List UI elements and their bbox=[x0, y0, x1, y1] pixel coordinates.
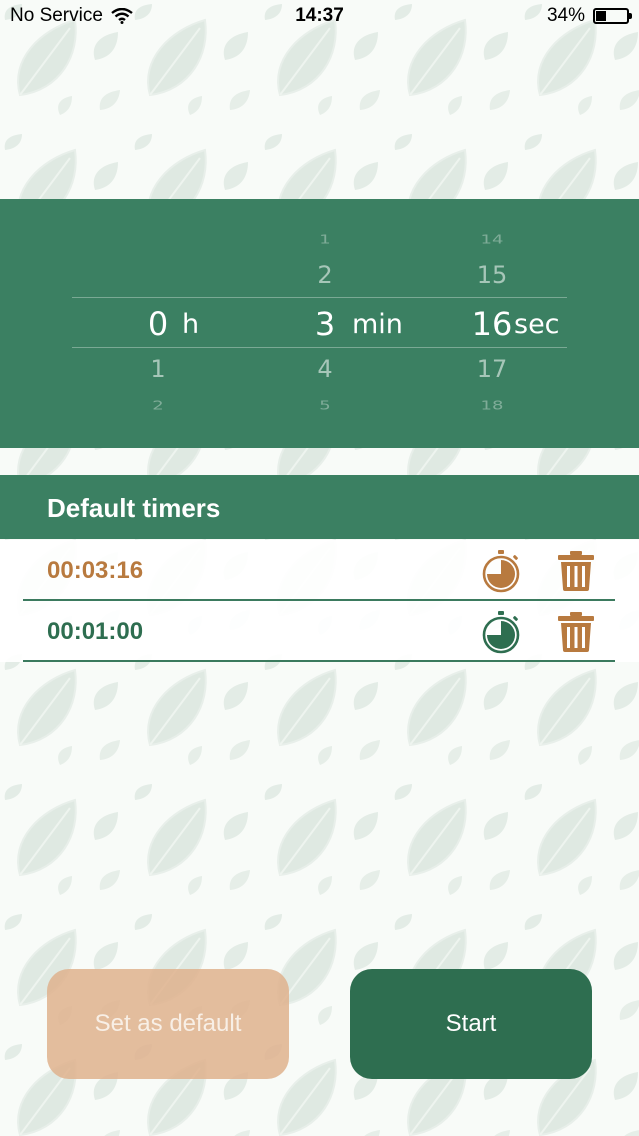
row-divider bbox=[23, 660, 615, 662]
picker-selection-bottom-line bbox=[72, 347, 567, 348]
hours-value-below-2: 2 bbox=[152, 398, 164, 413]
seconds-unit-label: sec bbox=[514, 309, 560, 340]
timer-time-label: 00:01:00 bbox=[47, 618, 144, 645]
time-picker[interactable]: 0 1 2 h 1 2 3 4 5 min 14 15 16 17 18 sec bbox=[0, 199, 639, 448]
clock: 14:37 bbox=[295, 5, 344, 26]
default-timers-header: Default timers bbox=[0, 475, 639, 539]
minutes-value-selected: 3 bbox=[314, 305, 336, 343]
seconds-value-above-2: 14 bbox=[480, 232, 504, 247]
timer-time-label: 00:03:16 bbox=[47, 557, 144, 584]
timer-row[interactable]: 00:01:00 bbox=[0, 601, 639, 662]
seconds-value-above-1: 15 bbox=[476, 261, 508, 289]
start-button[interactable]: Start bbox=[350, 969, 592, 1079]
minutes-value-above-2: 1 bbox=[319, 232, 331, 247]
minutes-value-below-2: 5 bbox=[319, 398, 331, 413]
status-right: 34% bbox=[546, 5, 632, 27]
picker-selection-top-line bbox=[72, 297, 567, 298]
timer-row[interactable]: 00:03:16 bbox=[0, 540, 639, 601]
battery-tip bbox=[629, 13, 632, 19]
default-timers-title: Default timers bbox=[47, 493, 221, 523]
set-as-default-button[interactable]: Set as default bbox=[47, 969, 289, 1079]
minutes-value-below-1: 4 bbox=[317, 355, 333, 383]
minutes-unit-label: min bbox=[352, 309, 403, 340]
stopwatch-icon[interactable] bbox=[479, 549, 523, 593]
hours-value-below-1: 1 bbox=[150, 355, 166, 383]
seconds-value-below-1: 17 bbox=[476, 355, 508, 383]
minutes-value-above-1: 2 bbox=[317, 261, 333, 289]
battery-icon bbox=[593, 8, 632, 24]
battery-percent: 34% bbox=[546, 5, 585, 26]
seconds-value-below-2: 18 bbox=[480, 398, 504, 413]
trash-icon[interactable] bbox=[556, 551, 596, 591]
stopwatch-icon[interactable] bbox=[479, 610, 523, 654]
hours-value-selected: 0 bbox=[147, 305, 169, 343]
seconds-value-selected: 16 bbox=[471, 305, 513, 343]
hours-unit-label: h bbox=[182, 309, 200, 340]
trash-icon[interactable] bbox=[556, 612, 596, 652]
default-timers-list: 00:03:16 00:01:00 bbox=[0, 540, 639, 662]
status-bar: No Service 14:37 34% bbox=[0, 0, 639, 32]
battery-level bbox=[596, 11, 606, 21]
